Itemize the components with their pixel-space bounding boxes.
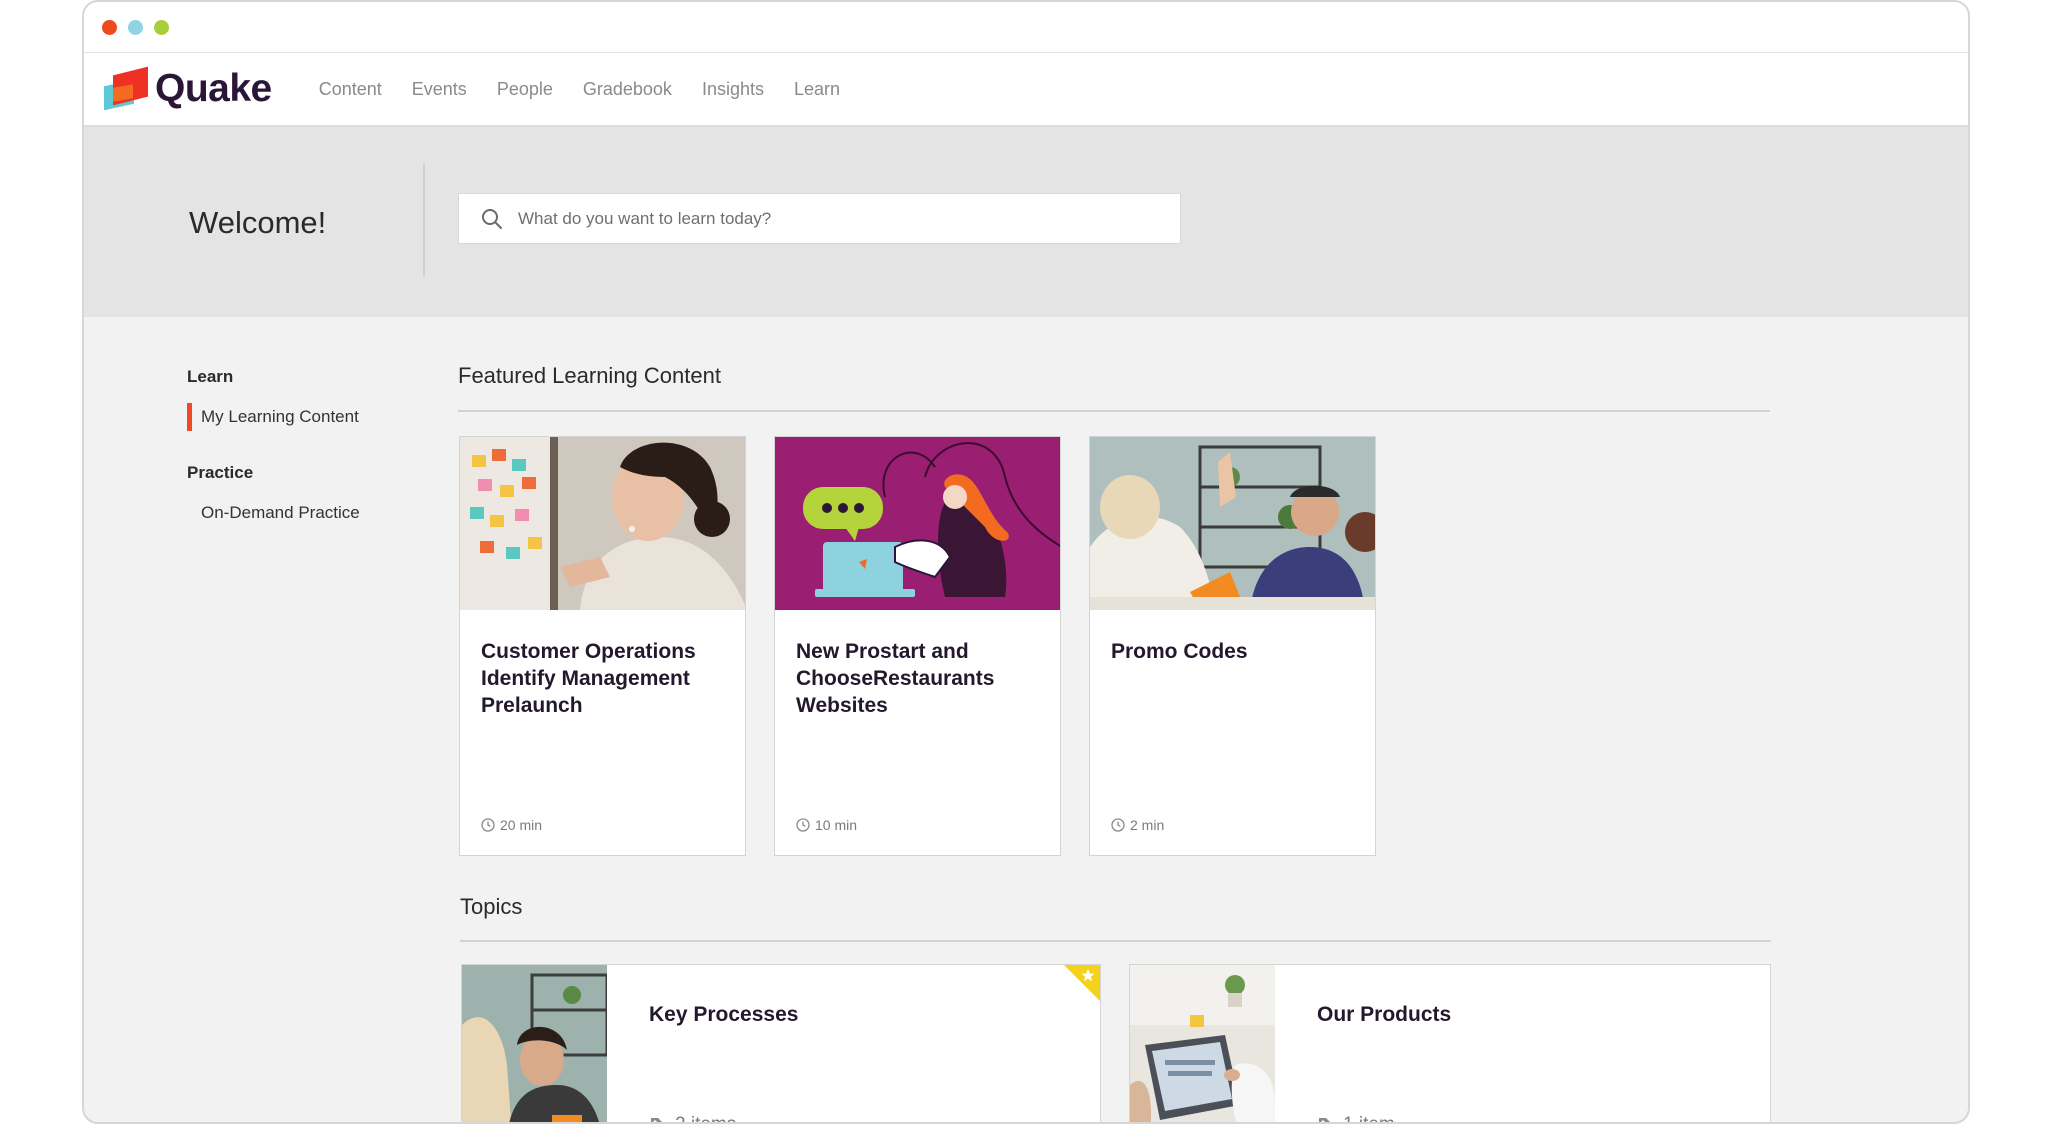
featured-section-divider: [458, 410, 1770, 412]
window-maximize-button[interactable]: [154, 19, 169, 35]
welcome-banner: Welcome!: [84, 127, 1968, 317]
card-duration: 20 min: [481, 817, 542, 833]
welcome-heading: Welcome!: [189, 205, 327, 240]
clock-icon: [481, 818, 495, 832]
topic-item-count: 1 item: [1317, 1114, 1395, 1122]
window-minimize-button[interactable]: [128, 19, 143, 35]
main-nav: Content Events People Gradebook Insights…: [319, 79, 840, 100]
window-titlebar: [84, 2, 1968, 53]
duration-text: 2 min: [1130, 817, 1165, 833]
browser-window: Quake Content Events People Gradebook In…: [82, 0, 1970, 1124]
chat-bubble-laptop-illustration: [775, 437, 1060, 610]
duration-text: 20 min: [500, 817, 543, 833]
nav-content[interactable]: Content: [319, 79, 382, 100]
topic-item-count: 2 items: [649, 1114, 736, 1122]
featured-star-icon: [1064, 965, 1100, 1001]
content-card[interactable]: New Prostart and ChooseRestaurants Websi…: [774, 436, 1061, 856]
topic-title: Our Products: [1317, 1003, 1452, 1026]
topic-card[interactable]: Key Processes 2 items: [461, 964, 1101, 1122]
nav-events[interactable]: Events: [412, 79, 467, 100]
topics-section-title: Topics: [460, 894, 523, 919]
laptop-meeting-photo: [1130, 965, 1275, 1122]
nav-people[interactable]: People: [497, 79, 553, 100]
tag-icon: [651, 1118, 662, 1122]
sidebar-item-on-demand-practice[interactable]: On-Demand Practice: [187, 501, 407, 525]
search-icon: [482, 208, 502, 229]
window-close-button[interactable]: [102, 19, 117, 35]
nav-learn[interactable]: Learn: [794, 79, 840, 100]
banner-divider: [423, 164, 425, 277]
top-navbar: Quake Content Events People Gradebook In…: [84, 53, 1968, 127]
item-count-text: 2 items: [675, 1114, 736, 1122]
search-bar[interactable]: [458, 193, 1181, 244]
featured-section-title: Featured Learning Content: [458, 363, 721, 388]
quake-logo[interactable]: Quake: [104, 66, 272, 111]
search-input[interactable]: [516, 207, 1140, 230]
clock-icon: [1111, 818, 1125, 832]
team-high-five-photo: [1090, 437, 1375, 610]
nav-insights[interactable]: Insights: [702, 79, 764, 100]
duration-text: 10 min: [815, 817, 858, 833]
card-title: Promo Codes: [1111, 640, 1248, 663]
topic-card[interactable]: Our Products 1 item: [1129, 964, 1771, 1122]
tag-icon: [1319, 1118, 1330, 1122]
woman-at-sticky-note-wall-photo: [460, 437, 745, 610]
topic-title: Key Processes: [649, 1003, 799, 1026]
brand-name: Quake: [155, 67, 272, 110]
item-count-text: 1 item: [1343, 1114, 1395, 1122]
quake-logo-icon: [104, 66, 148, 111]
nav-gradebook[interactable]: Gradebook: [583, 79, 672, 100]
topics-section-divider: [460, 940, 1771, 942]
sidebar-heading-practice: Practice: [187, 463, 254, 482]
learn-sidebar: Learn My Learning Content Practice On-De…: [187, 367, 407, 559]
card-duration: 10 min: [796, 817, 857, 833]
clock-icon: [796, 818, 810, 832]
card-title: Customer Operations Identify Management …: [481, 640, 696, 717]
women-collaborating-photo: [462, 965, 607, 1122]
card-duration: 2 min: [1111, 817, 1164, 833]
sidebar-item-my-learning-content[interactable]: My Learning Content: [187, 403, 407, 431]
sidebar-heading-learn: Learn: [187, 367, 234, 386]
card-title: New Prostart and ChooseRestaurants Websi…: [796, 640, 995, 717]
content-card[interactable]: Customer Operations Identify Management …: [459, 436, 746, 856]
content-card[interactable]: Promo Codes 2 min: [1089, 436, 1376, 856]
